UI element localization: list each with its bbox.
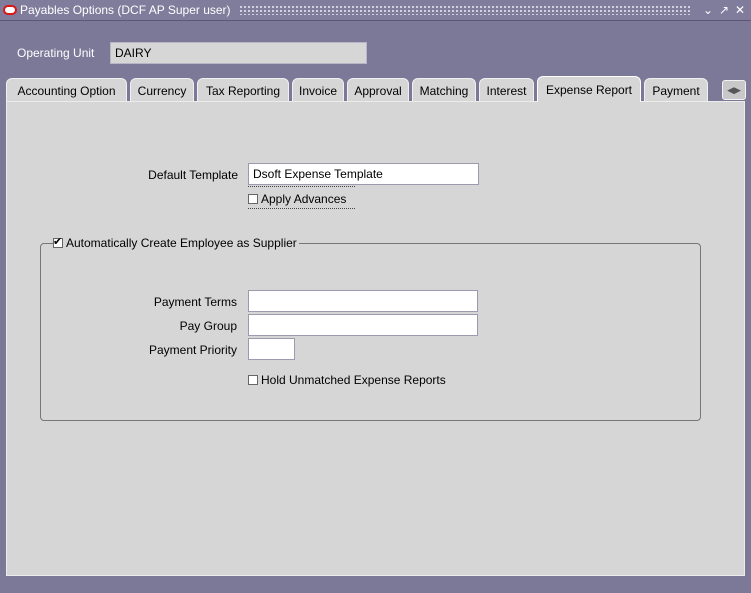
tab-expense-report[interactable]: Expense Report xyxy=(537,76,641,102)
apply-advances-label: Apply Advances xyxy=(261,192,347,206)
auto-create-employee-label: Automatically Create Employee as Supplie… xyxy=(66,236,297,250)
operating-unit-label: Operating Unit xyxy=(17,46,95,60)
payment-terms-label: Payment Terms xyxy=(153,295,237,309)
hold-unmatched-label: Hold Unmatched Expense Reports xyxy=(261,373,446,387)
tab-payment[interactable]: Payment xyxy=(644,78,708,102)
tab-tax-reporting[interactable]: Tax Reporting xyxy=(197,78,289,102)
tab-currency[interactable]: Currency xyxy=(130,78,194,102)
default-template-field[interactable]: Dsoft Expense Template xyxy=(248,163,479,185)
tab-matching[interactable]: Matching xyxy=(412,78,476,102)
hold-unmatched-checkbox[interactable]: Hold Unmatched Expense Reports xyxy=(248,373,446,387)
payment-terms-field[interactable] xyxy=(248,290,478,312)
tab-interest[interactable]: Interest xyxy=(479,78,534,102)
focus-dotted-line xyxy=(248,208,355,209)
tab-approval[interactable]: Approval xyxy=(347,78,409,102)
window-bottom-edge xyxy=(6,576,745,588)
window-title: Payables Options (DCF AP Super user) xyxy=(20,3,231,17)
apply-advances-checkbox[interactable]: Apply Advances xyxy=(248,192,346,206)
close-icon[interactable]: ✕ xyxy=(733,3,747,17)
oracle-logo-icon xyxy=(3,5,17,15)
payment-priority-field[interactable] xyxy=(248,338,295,360)
window-titlebar: Payables Options (DCF AP Super user) ⌄ ↗… xyxy=(0,0,751,21)
tab-scroll-arrows-icon[interactable]: ◀▶ xyxy=(722,80,746,100)
tab-invoice[interactable]: Invoice xyxy=(292,78,344,102)
maximize-icon[interactable]: ↗ xyxy=(717,3,731,17)
payment-priority-label: Payment Priority xyxy=(148,343,237,357)
minimize-icon[interactable]: ⌄ xyxy=(701,3,715,17)
focus-dotted-line xyxy=(248,186,355,187)
auto-create-employee-box[interactable] xyxy=(53,235,63,248)
hold-unmatched-box[interactable] xyxy=(248,375,258,385)
apply-advances-box[interactable] xyxy=(248,194,258,204)
default-template-label: Default Template xyxy=(148,168,238,182)
tab-accounting-option[interactable]: Accounting Option xyxy=(6,78,127,102)
operating-unit-field[interactable]: DAIRY xyxy=(110,42,367,64)
pay-group-label: Pay Group xyxy=(179,319,237,333)
titlebar-drag-area[interactable] xyxy=(238,5,691,15)
pay-group-field[interactable] xyxy=(248,314,478,336)
auto-create-employee-checkbox[interactable]: Automatically Create Employee as Supplie… xyxy=(53,235,299,250)
